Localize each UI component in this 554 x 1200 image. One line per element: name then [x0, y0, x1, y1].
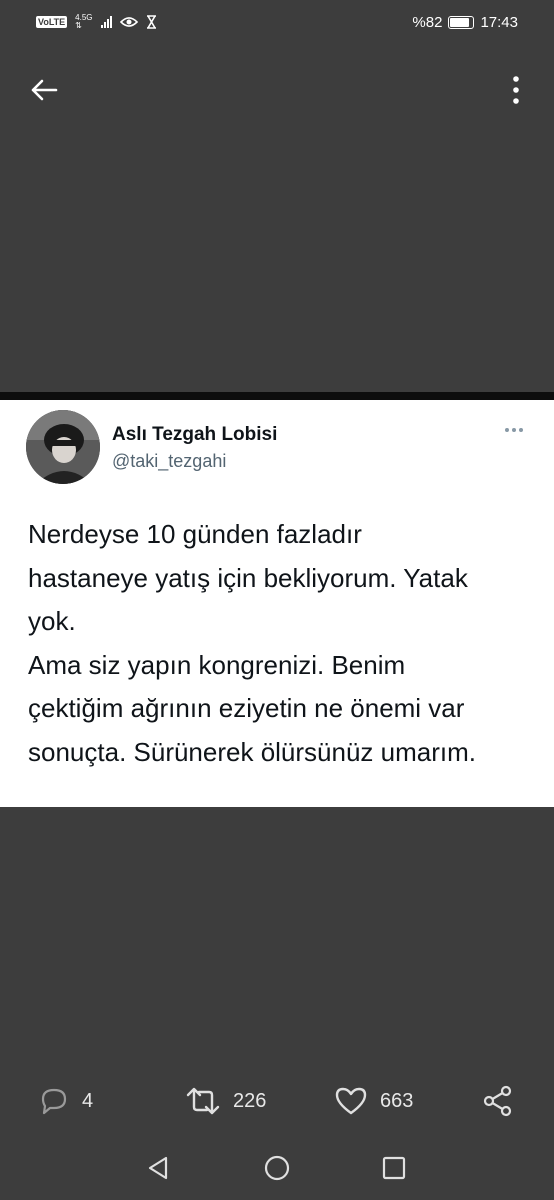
hourglass-icon	[146, 15, 156, 29]
volte-badge: VoLTE	[36, 16, 68, 28]
tweet-more-button[interactable]	[502, 424, 526, 436]
triangle-back-icon	[148, 1156, 168, 1180]
top-divider	[0, 392, 554, 400]
author-handle[interactable]: @taki_tezgahi	[112, 451, 226, 472]
nav-home-button[interactable]	[257, 1148, 297, 1188]
avatar-image	[26, 410, 100, 484]
battery-percent: %82	[412, 13, 443, 31]
tweet-text: Nerdeyse 10 günden fazladır hastaneye ya…	[28, 519, 476, 767]
more-menu-button[interactable]	[504, 72, 528, 108]
more-horizontal-icon	[505, 428, 523, 432]
share-button[interactable]	[482, 1078, 514, 1124]
share-icon	[483, 1085, 512, 1117]
nav-back-button[interactable]	[138, 1148, 178, 1188]
reply-button[interactable]: 4	[38, 1078, 93, 1124]
tweet-action-bar: 4 226 663	[0, 1078, 554, 1124]
author-name[interactable]: Aslı Tezgah Lobisi	[112, 424, 277, 446]
signal-icon	[100, 16, 112, 28]
eye-icon	[119, 17, 138, 27]
nav-recents-button[interactable]	[374, 1148, 414, 1188]
back-arrow-icon	[31, 79, 58, 101]
data-arrows-icon: ⇅	[75, 21, 82, 30]
retweet-count: 226	[233, 1089, 267, 1112]
system-nav-bar	[0, 1140, 554, 1196]
reply-count: 4	[82, 1089, 94, 1112]
avatar[interactable]	[26, 410, 100, 484]
square-recents-icon	[382, 1156, 406, 1180]
battery-icon	[448, 15, 475, 29]
clock: 17:43	[480, 13, 518, 31]
reply-icon	[41, 1088, 67, 1115]
circle-home-icon	[264, 1155, 290, 1181]
network-type: 4.5G ⇅	[75, 14, 92, 30]
heart-icon	[335, 1087, 367, 1115]
tweet-card: Aslı Tezgah Lobisi @taki_tezgahi Nerdeys…	[0, 400, 554, 807]
top-bar	[0, 64, 554, 116]
status-bar: VoLTE 4.5G ⇅ %82 17:43	[0, 0, 554, 44]
back-button[interactable]	[24, 72, 64, 108]
retweet-button[interactable]: 226	[185, 1078, 266, 1124]
status-right: %82 17:43	[412, 14, 518, 31]
like-count: 663	[380, 1089, 414, 1112]
status-left: VoLTE 4.5G ⇅	[36, 14, 157, 30]
more-vertical-icon	[513, 76, 519, 104]
like-button[interactable]: 663	[334, 1078, 413, 1124]
retweet-icon	[186, 1087, 220, 1115]
